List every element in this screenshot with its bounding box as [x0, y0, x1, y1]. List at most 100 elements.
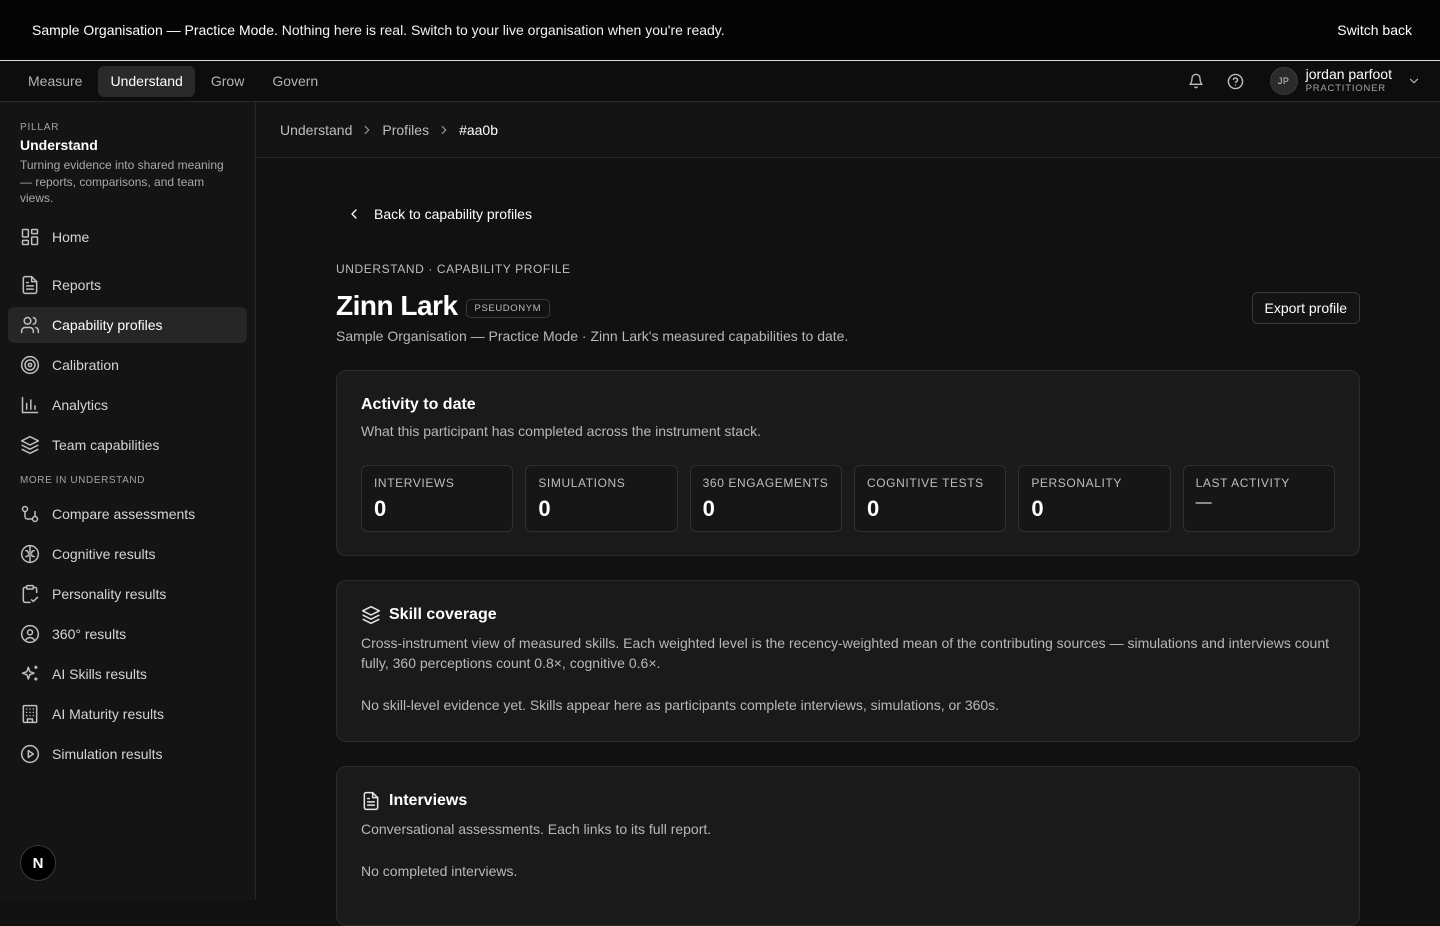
- activity-description: What this participant has completed acro…: [361, 423, 761, 439]
- activity-stats: INTERVIEWS 0 SIMULATIONS 0 360 ENGAGEMEN…: [361, 465, 1335, 532]
- sidebar-item-capability-profiles[interactable]: Capability profiles: [8, 306, 247, 343]
- stat-value: 0: [1031, 496, 1044, 521]
- back-label: Back to capability profiles: [374, 206, 532, 222]
- tab-grow[interactable]: Grow: [199, 66, 256, 97]
- sidebar-item-ai-skills-results[interactable]: AI Skills results: [8, 656, 247, 692]
- building-icon: [22, 704, 38, 723]
- user-role: PRACTITIONER: [1305, 83, 1386, 94]
- stat-last-activity: LAST ACTIVITY —: [1182, 465, 1335, 532]
- user-info: jordan parfoot PRACTITIONER: [1306, 66, 1392, 96]
- pillar-label: PILLAR: [20, 122, 60, 133]
- skill-coverage-title: Skill coverage: [389, 606, 497, 623]
- play-circle-icon: [20, 744, 40, 763]
- switch-back-link[interactable]: Switch back: [1337, 22, 1412, 38]
- stat-interviews: INTERVIEWS 0: [361, 465, 514, 532]
- tab-understand[interactable]: Understand: [98, 65, 195, 97]
- banner-message: Sample Organisation — Practice Mode. Not…: [32, 22, 725, 38]
- users-icon: [20, 316, 40, 333]
- stat-value: 0: [866, 496, 880, 521]
- user-circle-icon: [20, 624, 40, 643]
- document-icon: [22, 275, 38, 294]
- interviews-empty: No completed interviews.: [361, 863, 518, 879]
- breadcrumb-profiles[interactable]: Profiles: [382, 122, 429, 138]
- layers-icon: [20, 435, 40, 454]
- sidebar: PILLAR Understand Turning evidence into …: [0, 102, 256, 900]
- breadcrumb-current: #aa0b: [459, 121, 499, 138]
- skill-coverage-empty: No skill-level evidence yet. Skills appe…: [361, 697, 1000, 713]
- pillar-description: Turning evidence into shared meaning — r…: [20, 158, 224, 205]
- top-nav: Measure Understand Grow Govern JP jordan…: [0, 61, 1440, 102]
- top-right-controls: JP jordan parfoot PRACTITIONER: [1186, 66, 1424, 96]
- clipboard-icon: [22, 584, 39, 603]
- banner-org: Sample Organisation — Practice Mode.: [32, 22, 278, 38]
- stat-label: PERSONALITY: [1031, 476, 1122, 490]
- compare-icon: [21, 505, 39, 522]
- chevron-left-icon: [351, 209, 357, 219]
- bell-icon[interactable]: [1186, 71, 1206, 91]
- practice-mode-banner: Sample Organisation — Practice Mode. Not…: [0, 0, 1440, 61]
- tab-measure[interactable]: Measure: [16, 66, 94, 97]
- document-icon: [363, 791, 379, 811]
- skill-coverage-heading: Skill coverage: [361, 605, 1335, 625]
- sidebar-item-team-capabilities[interactable]: Team capabilities: [8, 427, 247, 463]
- sidebar-item-simulation-results[interactable]: Simulation results: [8, 736, 247, 772]
- sidebar-item-label: AI Maturity results: [52, 705, 165, 722]
- stat-label: LAST ACTIVITY: [1195, 476, 1290, 490]
- user-name: jordan parfoot: [1305, 66, 1392, 82]
- dashboard-icon: [21, 228, 39, 245]
- interviews-title: Interviews: [389, 792, 468, 809]
- user-menu[interactable]: JP jordan parfoot PRACTITIONER: [1269, 66, 1424, 96]
- page-subtitle: Sample Organisation — Practice Mode · Zi…: [336, 328, 849, 344]
- sidebar-item-reports[interactable]: Reports: [8, 267, 247, 303]
- chevron-right-icon: [365, 125, 370, 134]
- sidebar-item-label: Compare assessments: [52, 505, 196, 522]
- sidebar-item-calibration[interactable]: Calibration: [8, 347, 247, 383]
- layers-icon: [361, 605, 381, 625]
- sidebar-item-analytics[interactable]: Analytics: [8, 387, 247, 423]
- stat-simulations: SIMULATIONS 0: [525, 465, 678, 532]
- tab-govern[interactable]: Govern: [260, 66, 330, 97]
- sidebar-item-label: Home: [52, 228, 90, 245]
- brain-icon: [20, 544, 40, 563]
- sidebar-item-cognitive-results[interactable]: Cognitive results: [8, 536, 247, 572]
- page-eyebrow: UNDERSTAND · CAPABILITY PROFILE: [336, 262, 571, 276]
- export-profile-button[interactable]: Export profile: [1251, 292, 1360, 324]
- activity-title: Activity to date: [361, 396, 476, 413]
- skill-coverage-card: Skill coverage Cross-instrument view of …: [336, 580, 1360, 742]
- sidebar-item-label: 360° results: [52, 625, 127, 642]
- stat-360-engagements: 360 ENGAGEMENTS 0: [689, 465, 842, 532]
- sidebar-item-label: Analytics: [52, 396, 109, 413]
- stat-label: COGNITIVE TESTS: [866, 476, 984, 490]
- sidebar-item-label: AI Skills results: [52, 665, 147, 682]
- pillar-title: Understand: [20, 137, 98, 153]
- sidebar-item-360-results[interactable]: 360° results: [8, 616, 247, 652]
- pseudonym-badge: PSEUDONYM: [465, 298, 551, 318]
- breadcrumb-understand[interactable]: Understand: [280, 122, 352, 138]
- sidebar-item-label: Simulation results: [52, 745, 163, 762]
- skill-coverage-description: Cross-instrument view of measured skills…: [361, 635, 1330, 671]
- sidebar-item-label: Reports: [52, 276, 102, 293]
- back-to-profiles-link[interactable]: Back to capability profiles: [346, 204, 1360, 224]
- help-icon[interactable]: [1226, 71, 1246, 91]
- chevron-down-icon[interactable]: [1404, 71, 1424, 91]
- sidebar-item-ai-maturity-results[interactable]: AI Maturity results: [8, 696, 247, 732]
- main-content: Back to capability profiles UNDERSTAND ·…: [336, 158, 1360, 926]
- sidebar-item-personality-results[interactable]: Personality results: [8, 576, 247, 612]
- interviews-heading: Interviews: [361, 791, 1335, 811]
- stat-label: SIMULATIONS: [538, 476, 626, 490]
- stat-label: INTERVIEWS: [374, 476, 455, 490]
- sparkles-icon: [21, 665, 38, 681]
- banner-text: Nothing here is real. Switch to your liv…: [281, 22, 725, 38]
- sidebar-item-home[interactable]: Home: [8, 219, 247, 255]
- sidebar-item-label: Capability profiles: [52, 316, 163, 333]
- stat-personality: PERSONALITY 0: [1018, 465, 1171, 532]
- chevron-right-icon: [441, 125, 447, 134]
- target-icon: [20, 355, 40, 374]
- stat-value: 0: [538, 496, 551, 521]
- sidebar-item-compare-assessments[interactable]: Compare assessments: [8, 496, 247, 532]
- activity-card: Activity to date What this participant h…: [336, 370, 1360, 556]
- sidebar-item-label: Team capabilities: [52, 436, 160, 453]
- app-logo-button[interactable]: N: [20, 845, 56, 881]
- sidebar-item-label: Calibration: [52, 356, 119, 373]
- avatar: JP: [1269, 67, 1298, 95]
